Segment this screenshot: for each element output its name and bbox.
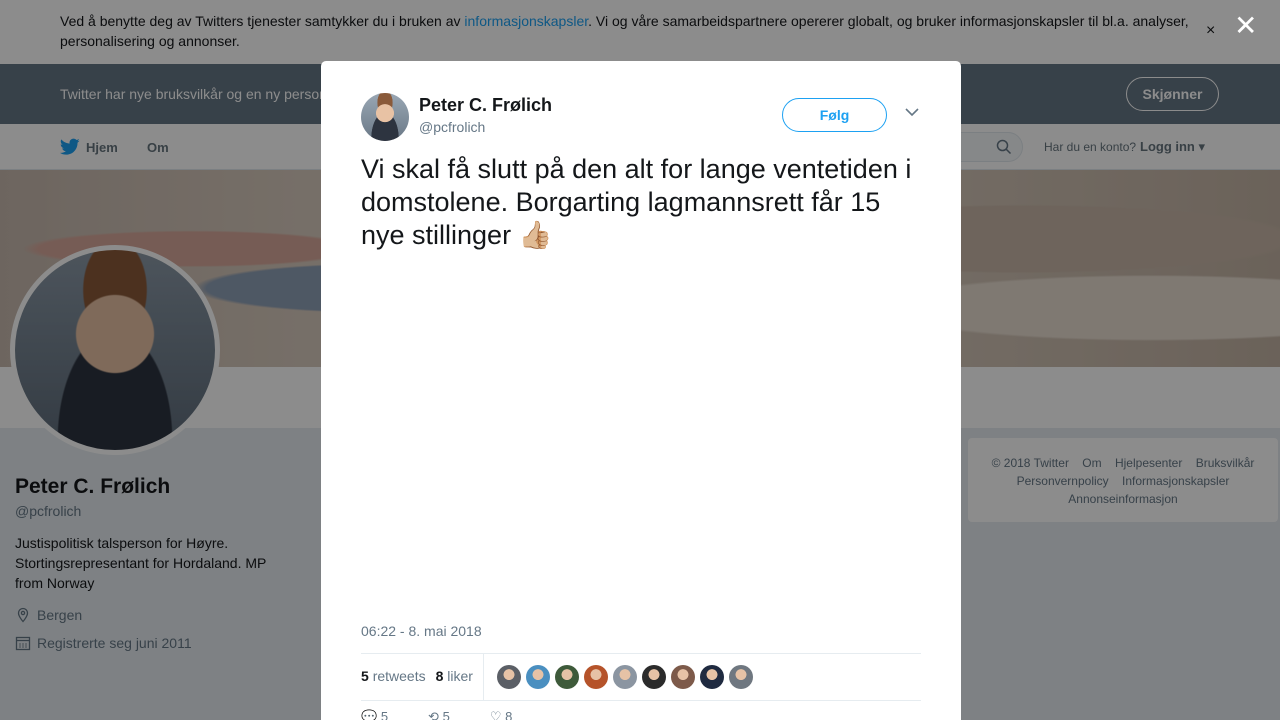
reply-count: 5 <box>380 709 389 720</box>
tweet-text-body: Vi skal få slutt på den alt for lange ve… <box>361 154 912 250</box>
retweet-action[interactable]: ⟲ 5 <box>428 709 450 720</box>
tweet-timestamp[interactable]: 06:22 - 8. mai 2018 <box>361 623 482 639</box>
liker-avatar[interactable] <box>555 665 579 689</box>
tweet-counts: 5 retweets 8 liker <box>361 668 473 684</box>
tweet-author-name[interactable]: Peter C. Frølich <box>419 95 552 116</box>
liker-avatar[interactable] <box>642 665 666 689</box>
retweets-count: 5 <box>361 668 369 684</box>
liker-avatar[interactable] <box>700 665 724 689</box>
follow-button[interactable]: Følg <box>782 98 887 132</box>
likes-stat[interactable]: 8 liker <box>436 668 473 684</box>
tweet-author-avatar[interactable] <box>361 93 409 141</box>
tweet-modal: Peter C. Frølich @pcfrolich Følg Vi skal… <box>321 61 961 720</box>
like-action-count: 8 <box>505 709 513 720</box>
liker-avatar[interactable] <box>671 665 695 689</box>
tweet-actions: 💬 5 ⟲ 5 ♡ 8 <box>361 709 512 720</box>
liker-avatar[interactable] <box>584 665 608 689</box>
liker-avatar[interactable] <box>497 665 521 689</box>
liker-avatar[interactable] <box>729 665 753 689</box>
reply-icon: 💬 <box>361 709 378 720</box>
like-action[interactable]: ♡ 8 <box>490 709 513 720</box>
retweet-icon: ⟲ <box>428 709 439 720</box>
liker-avatar[interactable] <box>526 665 550 689</box>
likes-count: 8 <box>435 668 444 684</box>
chevron-down-icon[interactable] <box>905 107 919 117</box>
likes-label: liker <box>447 668 473 684</box>
stats-divider <box>483 654 484 700</box>
retweet-action-count: 5 <box>442 709 450 720</box>
close-icon[interactable]: ✕ <box>1234 12 1257 40</box>
tweet-text: Vi skal få slutt på den alt for lange ve… <box>361 153 921 252</box>
retweets-stat[interactable]: 5 retweets <box>361 668 426 684</box>
reply-action[interactable]: 💬 5 <box>361 709 388 720</box>
tweet-author-handle[interactable]: @pcfrolich <box>419 119 485 135</box>
thumbs-up-icon: 👍🏼 <box>518 220 553 250</box>
tweet-stats: 5 retweets 8 liker <box>361 653 921 701</box>
liker-avatar[interactable] <box>613 665 637 689</box>
liker-avatars <box>497 665 753 689</box>
retweets-label: retweets <box>372 668 426 684</box>
heart-icon: ♡ <box>489 709 502 720</box>
